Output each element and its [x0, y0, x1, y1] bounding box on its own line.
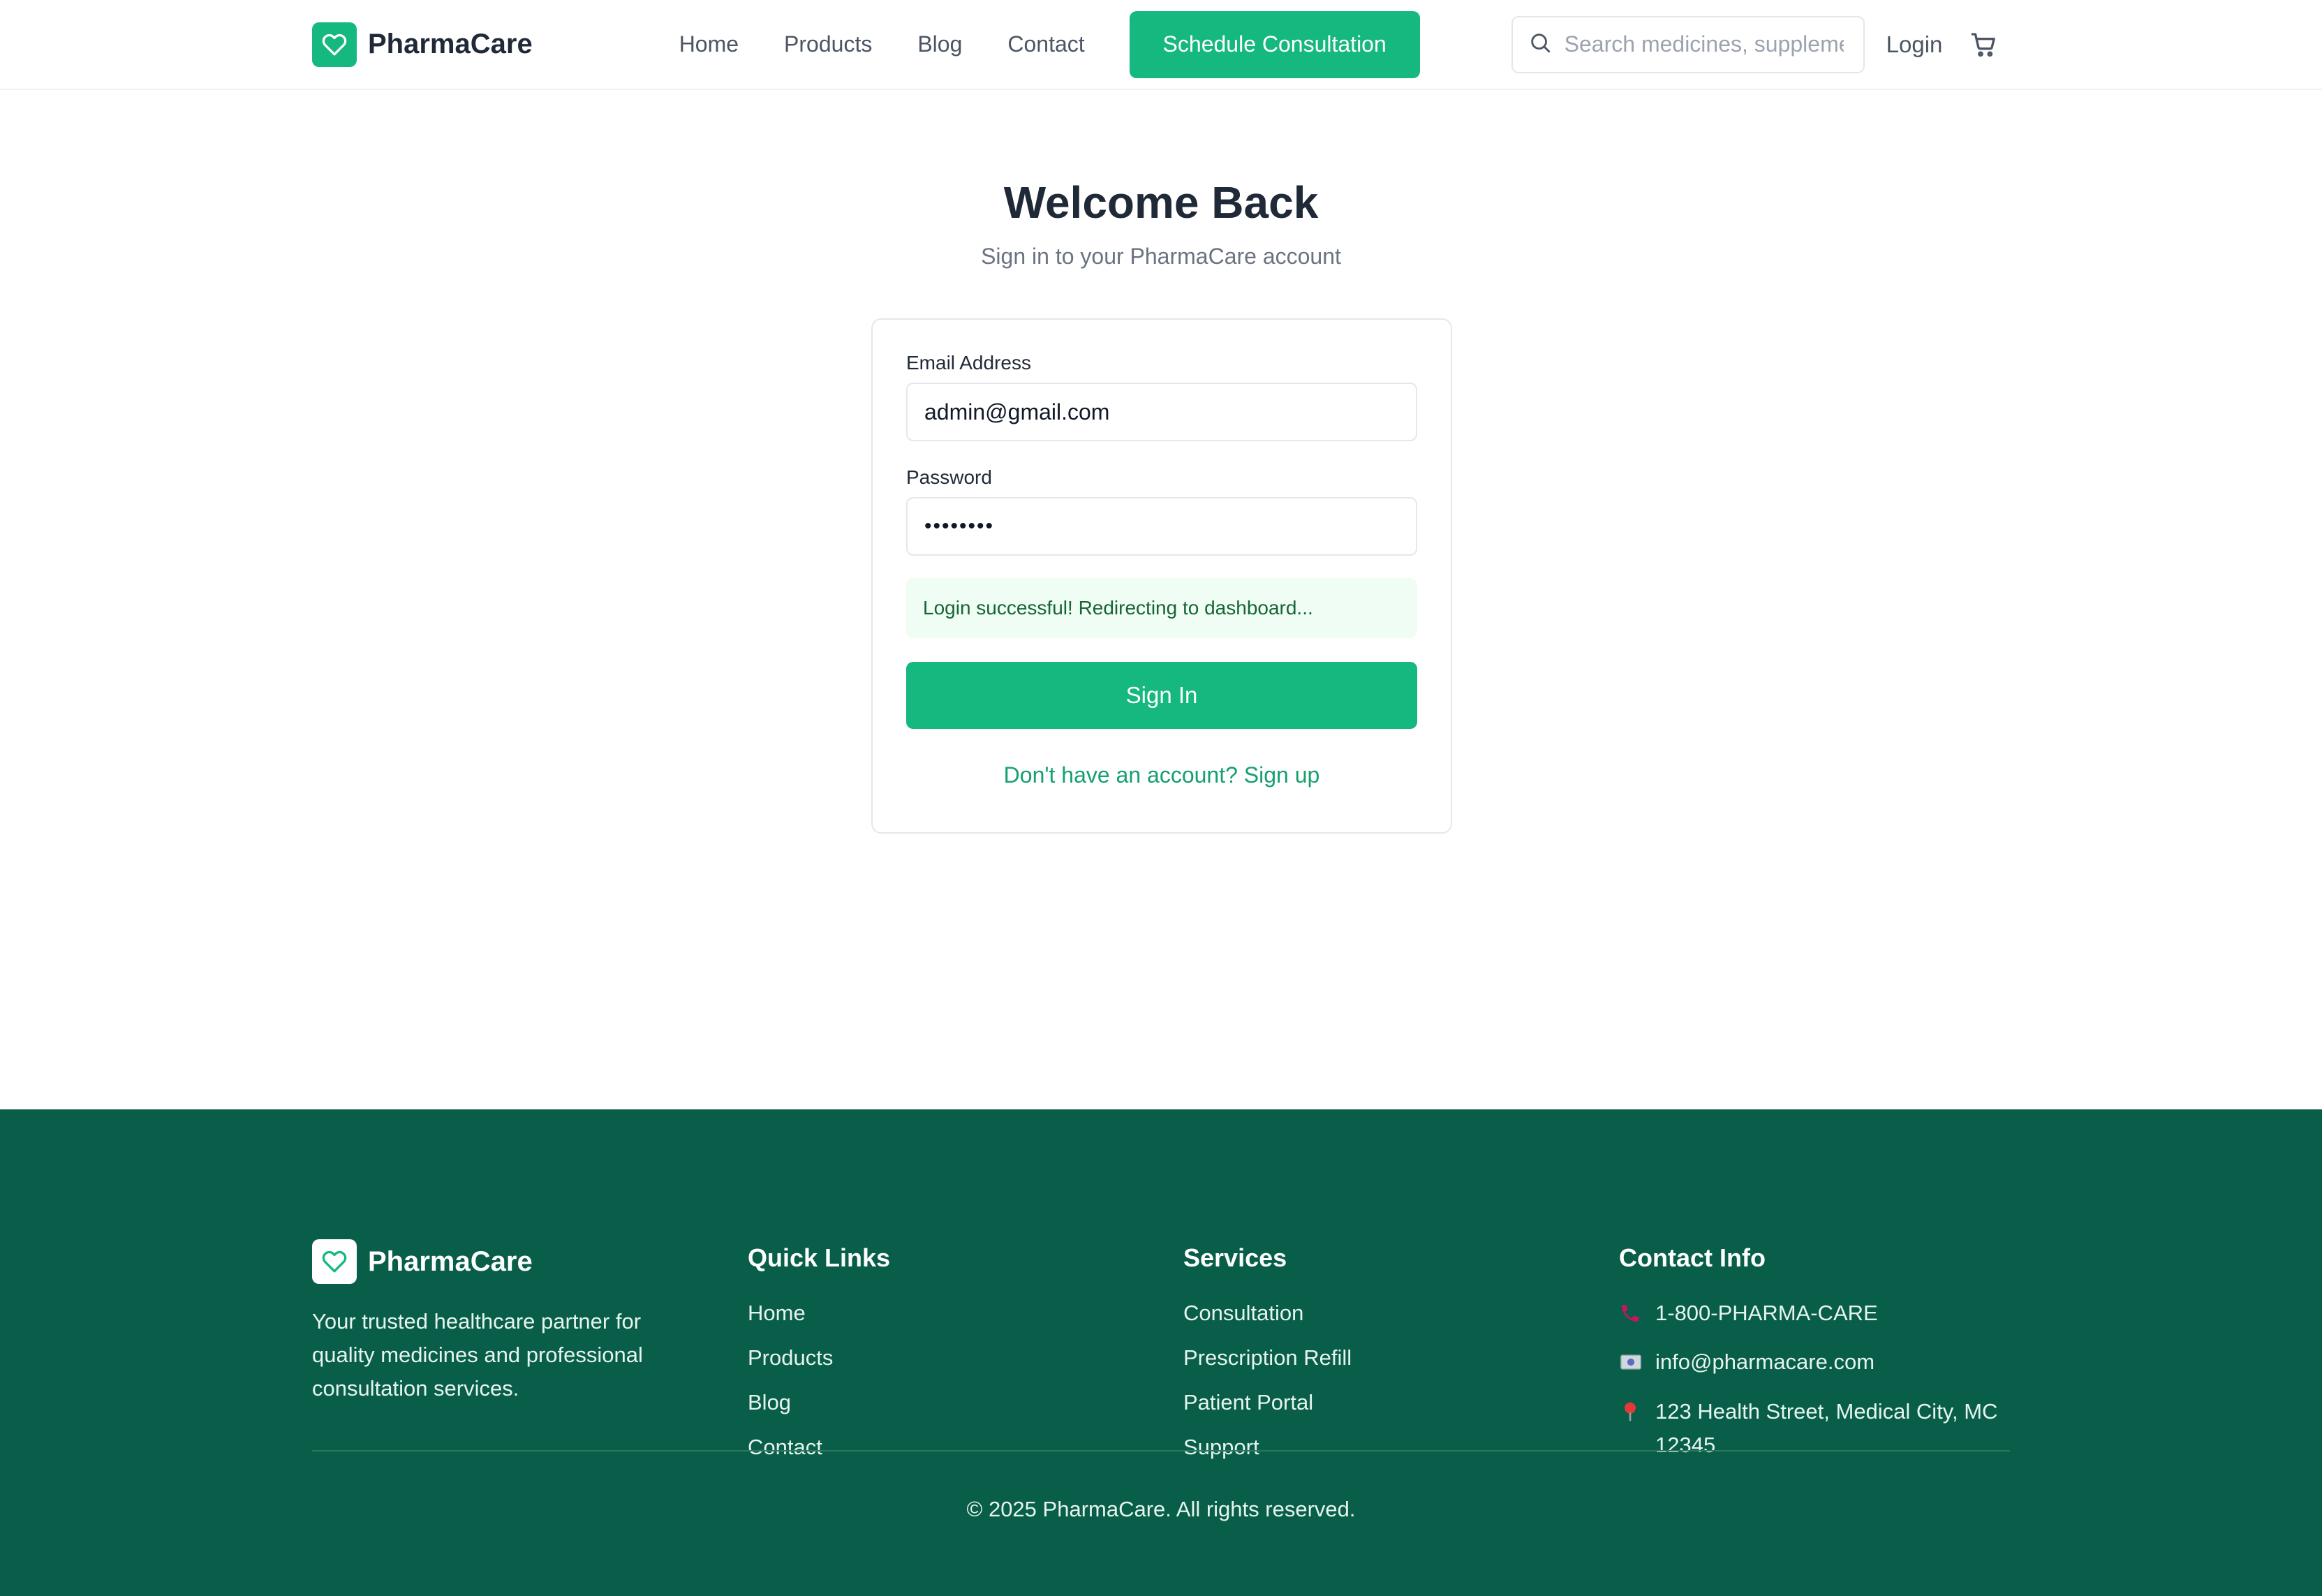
- footer-link-patient-portal[interactable]: Patient Portal: [1183, 1390, 1313, 1414]
- nav-products[interactable]: Products: [784, 31, 872, 57]
- list-item: Consultation: [1183, 1291, 1619, 1336]
- footer-divider: [312, 1450, 2010, 1451]
- schedule-consultation-button[interactable]: Schedule Consultation: [1129, 10, 1420, 78]
- heart-icon: [312, 1239, 357, 1284]
- search-input[interactable]: [1564, 31, 1844, 57]
- contact-address-text: 123 Health Street, Medical City, MC 1234…: [1655, 1399, 1998, 1457]
- copyright: © 2025 PharmaCare. All rights reserved.: [966, 1497, 1356, 1521]
- nav-home[interactable]: Home: [679, 31, 739, 57]
- login-link[interactable]: Login: [1886, 31, 1943, 58]
- page: PharmaCare Home Products Blog Contact Sc…: [0, 0, 2322, 1596]
- location-pin-icon: [1619, 1395, 1655, 1433]
- list-item: Home: [748, 1291, 1183, 1336]
- contact-phone-text: 1-800-PHARMA-CARE: [1655, 1301, 1878, 1325]
- site-header: PharmaCare Home Products Blog Contact Sc…: [0, 0, 2322, 90]
- footer-link-contact[interactable]: Contact: [748, 1435, 822, 1459]
- email-label: Email Address: [906, 352, 1031, 374]
- footer-quick-links: Quick Links Home Products Blog Contact: [748, 1176, 1183, 1459]
- sign-up-link[interactable]: Don't have an account? Sign up: [906, 762, 1417, 788]
- list-item: Contact: [748, 1425, 1183, 1470]
- footer-brand-name: PharmaCare: [368, 1246, 533, 1277]
- footer-link-support[interactable]: Support: [1183, 1435, 1259, 1459]
- login-form: Email Address Password Login successful!…: [871, 318, 1452, 834]
- contact-email: info@pharmacare.com: [1619, 1345, 2010, 1384]
- quick-links-list: Home Products Blog Contact: [748, 1291, 1183, 1470]
- footer-columns: PharmaCare Your trusted healthcare partn…: [312, 1176, 2010, 1459]
- contact-heading: Contact Info: [1619, 1243, 1766, 1272]
- site-footer: PharmaCare Your trusted healthcare partn…: [0, 1109, 2322, 1596]
- page-subtitle: Sign in to your PharmaCare account: [981, 244, 1341, 269]
- header-inner: PharmaCare Home Products Blog Contact Sc…: [312, 0, 2010, 89]
- footer-link-blog[interactable]: Blog: [748, 1390, 791, 1414]
- footer-link-prescription-refill[interactable]: Prescription Refill: [1183, 1345, 1352, 1370]
- contact-phone: 1-800-PHARMA-CARE: [1619, 1296, 2010, 1334]
- password-field[interactable]: [906, 497, 1417, 556]
- list-item: Prescription Refill: [1183, 1336, 1619, 1380]
- heart-icon: [312, 22, 357, 67]
- contact-list: 1-800-PHARMA-CARE info@pharmacare.com 12…: [1619, 1296, 2010, 1462]
- brand-name: PharmaCare: [368, 29, 533, 59]
- cart-icon[interactable]: [1970, 31, 1998, 59]
- email-field[interactable]: [906, 383, 1417, 441]
- footer-description: Your trusted healthcare partner for qual…: [312, 1309, 643, 1401]
- list-item: Support: [1183, 1425, 1619, 1470]
- footer-brand: PharmaCare: [312, 1239, 748, 1284]
- contact-address: 123 Health Street, Medical City, MC 1234…: [1619, 1395, 2010, 1462]
- nav-blog[interactable]: Blog: [917, 31, 962, 57]
- password-label: Password: [906, 466, 992, 488]
- success-alert: Login successful! Redirecting to dashboa…: [906, 578, 1417, 638]
- services-list: Consultation Prescription Refill Patient…: [1183, 1291, 1619, 1470]
- list-item: Products: [748, 1336, 1183, 1380]
- sign-in-button[interactable]: Sign In: [906, 662, 1417, 729]
- email-icon: [1619, 1345, 1655, 1384]
- footer-link-home[interactable]: Home: [748, 1301, 806, 1325]
- brand[interactable]: PharmaCare: [312, 22, 533, 67]
- main-nav: Home Products Blog Contact: [679, 31, 1085, 57]
- nav-contact[interactable]: Contact: [1007, 31, 1084, 57]
- footer-link-consultation[interactable]: Consultation: [1183, 1301, 1303, 1325]
- page-title: Welcome Back: [1003, 177, 1319, 228]
- search-box: [1511, 15, 1865, 73]
- footer-services: Services Consultation Prescription Refil…: [1183, 1176, 1619, 1459]
- phone-icon: [1619, 1296, 1655, 1334]
- main-content: Welcome Back Sign in to your PharmaCare …: [0, 90, 2322, 1109]
- footer-contact: Contact Info 1-800-PHARMA-CARE info@phar…: [1619, 1176, 2010, 1457]
- search-icon: [1528, 31, 1552, 58]
- password-group: Password: [906, 466, 1417, 556]
- list-item: Blog: [748, 1380, 1183, 1425]
- contact-email-text: info@pharmacare.com: [1655, 1350, 1875, 1374]
- footer-brand-column: PharmaCare Your trusted healthcare partn…: [312, 1176, 748, 1414]
- footer-link-products[interactable]: Products: [748, 1345, 833, 1370]
- list-item: Patient Portal: [1183, 1380, 1619, 1425]
- quick-links-heading: Quick Links: [748, 1243, 891, 1272]
- services-heading: Services: [1183, 1243, 1287, 1272]
